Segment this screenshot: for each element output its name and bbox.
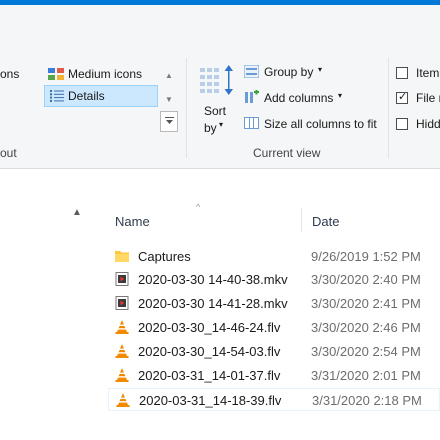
- file-row[interactable]: 2020-03-31_14-18-39.flv 3/31/2020 2:18 P…: [108, 388, 440, 411]
- file-row[interactable]: 2020-03-31_14-01-37.flv 3/31/2020 2:01 P…: [108, 364, 440, 387]
- file-name-extensions-checkbox[interactable]: [396, 90, 408, 104]
- ribbon-separator: [388, 58, 389, 158]
- vlc-icon: [115, 320, 129, 334]
- sort-by-icon: [200, 65, 233, 95]
- ribbon-separator: [186, 58, 187, 158]
- file-date: 3/30/2020 2:46 PM: [311, 320, 421, 335]
- file-name-extensions-label-partial: File n: [416, 91, 440, 105]
- file-name: 2020-03-30_14-54-03.flv: [138, 344, 281, 359]
- gallery-scroll-down-icon[interactable]: ▼: [160, 87, 178, 111]
- item-checkboxes-checkbox[interactable]: [396, 67, 408, 79]
- file-name: 2020-03-30 14-40-38.mkv: [138, 272, 288, 287]
- add-columns-dropdown-icon: ▾: [338, 91, 343, 100]
- vlc-icon: [115, 344, 129, 358]
- ribbon-accent-line: [0, 0, 440, 5]
- sort-by-button[interactable]: Sort by ▾: [196, 62, 238, 140]
- group-by-label: Group by: [264, 65, 314, 79]
- column-header-name[interactable]: Name: [115, 214, 150, 229]
- large-icons-label-partial[interactable]: ons: [0, 67, 19, 81]
- sort-ascending-indicator-icon: ^: [196, 202, 201, 212]
- file-name: 2020-03-31_14-01-37.flv: [138, 368, 281, 383]
- file-row[interactable]: 2020-03-30 14-41-28.mkv 3/30/2020 2:41 P…: [108, 292, 440, 315]
- vlc-icon: [116, 393, 130, 407]
- hidden-items-checkbox[interactable]: [396, 118, 408, 130]
- vlc-icon: [115, 368, 129, 382]
- file-row[interactable]: 2020-03-30_14-46-24.flv 3/30/2020 2:46 P…: [108, 316, 440, 339]
- column-divider[interactable]: [301, 208, 302, 232]
- sort-by-label-line1: Sort: [204, 104, 227, 118]
- add-columns-button[interactable]: Add columns ▾: [244, 89, 384, 107]
- layout-group-label-partial: out: [0, 146, 17, 160]
- file-name: 2020-03-30_14-46-24.flv: [138, 320, 281, 335]
- current-view-group-label: Current view: [253, 146, 321, 160]
- medium-icons-label: Medium icons: [68, 67, 143, 81]
- file-name-extensions-option[interactable]: File n: [396, 90, 440, 107]
- details-view-icon: [50, 90, 64, 102]
- file-name: 2020-03-30 14-41-28.mkv: [138, 296, 288, 311]
- hidden-items-option[interactable]: Hidd: [396, 117, 440, 133]
- file-row[interactable]: 2020-03-30_14-54-03.flv 3/30/2020 2:54 P…: [108, 340, 440, 363]
- gallery-more-button[interactable]: [160, 111, 178, 132]
- file-date: 9/26/2019 1:52 PM: [311, 249, 421, 264]
- file-name: Captures: [138, 249, 191, 264]
- details-option[interactable]: Details: [44, 85, 158, 107]
- medium-icons-icon: [48, 68, 64, 80]
- group-by-icon: [244, 65, 259, 78]
- ribbon: ons Medium icons Details ▲ ▼ out Sort by…: [0, 0, 440, 169]
- file-row[interactable]: 2020-03-30 14-40-38.mkv 3/30/2020 2:40 P…: [108, 268, 440, 291]
- size-all-columns-label: Size all columns to fit: [264, 117, 377, 131]
- nav-pane-scroll-up-icon[interactable]: ▲: [72, 207, 82, 218]
- size-all-columns-button[interactable]: Size all columns to fit: [244, 115, 384, 133]
- add-columns-label: Add columns: [264, 91, 334, 105]
- layout-gallery-scroller: ▲ ▼: [160, 63, 178, 132]
- medium-icons-option[interactable]: Medium icons: [46, 66, 156, 84]
- file-date: 3/31/2020 2:01 PM: [311, 368, 421, 383]
- add-columns-icon: [245, 90, 259, 103]
- group-by-button[interactable]: Group by ▾: [244, 64, 384, 82]
- group-by-dropdown-icon: ▾: [318, 65, 323, 74]
- file-date: 3/30/2020 2:41 PM: [311, 296, 421, 311]
- file-row[interactable]: Captures 9/26/2019 1:52 PM: [108, 245, 440, 268]
- file-date: 3/30/2020 2:40 PM: [311, 272, 421, 287]
- expand-gallery-icon: [164, 117, 174, 124]
- details-label: Details: [68, 89, 105, 103]
- file-date: 3/31/2020 2:18 PM: [312, 393, 422, 408]
- folder-icon: [115, 251, 129, 262]
- column-header-date[interactable]: Date: [312, 214, 339, 229]
- video-file-icon: [115, 296, 129, 310]
- file-date: 3/30/2020 2:54 PM: [311, 344, 421, 359]
- gallery-scroll-up-icon[interactable]: ▲: [160, 63, 178, 87]
- item-checkboxes-option[interactable]: Item: [396, 66, 440, 82]
- hidden-items-label-partial: Hidd: [416, 117, 440, 131]
- size-columns-icon: [244, 117, 259, 129]
- item-checkboxes-label-partial: Item: [416, 66, 440, 80]
- file-name: 2020-03-31_14-18-39.flv: [139, 393, 282, 408]
- video-file-icon: [115, 272, 129, 286]
- sort-by-label-line2: by: [204, 121, 217, 135]
- sort-by-dropdown-icon: ▾: [219, 120, 224, 129]
